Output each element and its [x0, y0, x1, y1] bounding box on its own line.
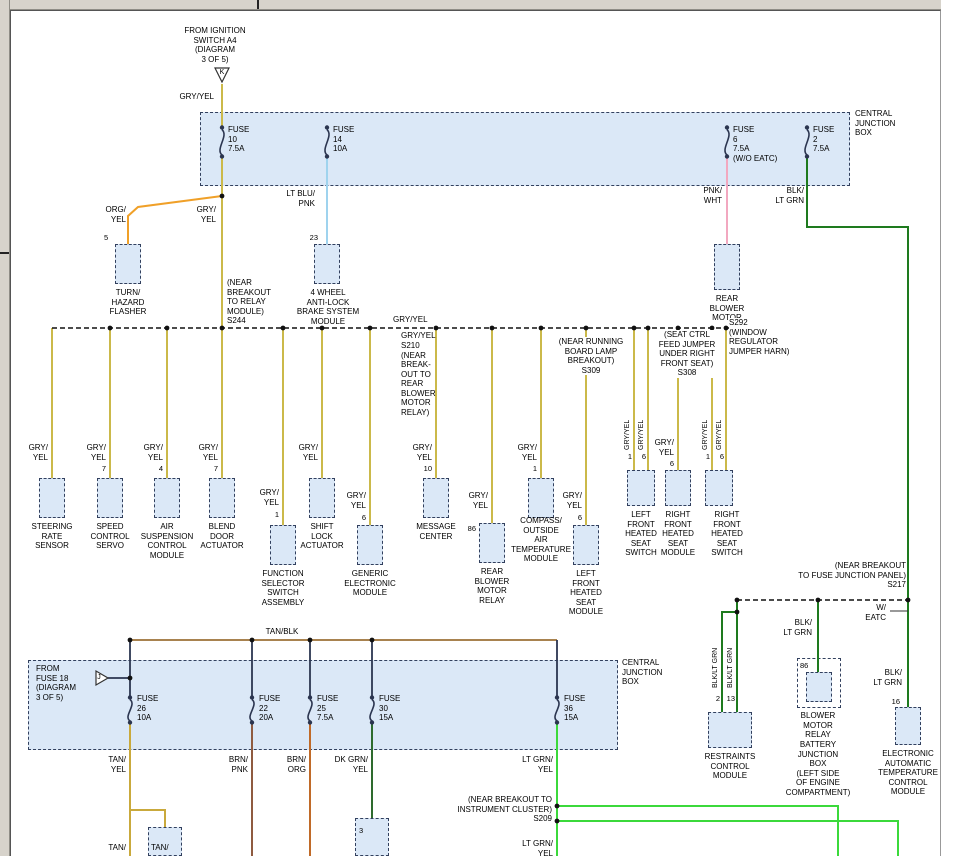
top-edge-tick: [257, 0, 259, 9]
wiring-diagram-page: FROM IGNITION SWITCH A4 (DIAGRAM 3 OF 5)…: [0, 0, 971, 856]
left-edge-tick: [0, 252, 9, 254]
drawing-page-border: [10, 10, 941, 856]
window-top-edge: [0, 0, 941, 10]
window-left-edge: [0, 0, 10, 856]
